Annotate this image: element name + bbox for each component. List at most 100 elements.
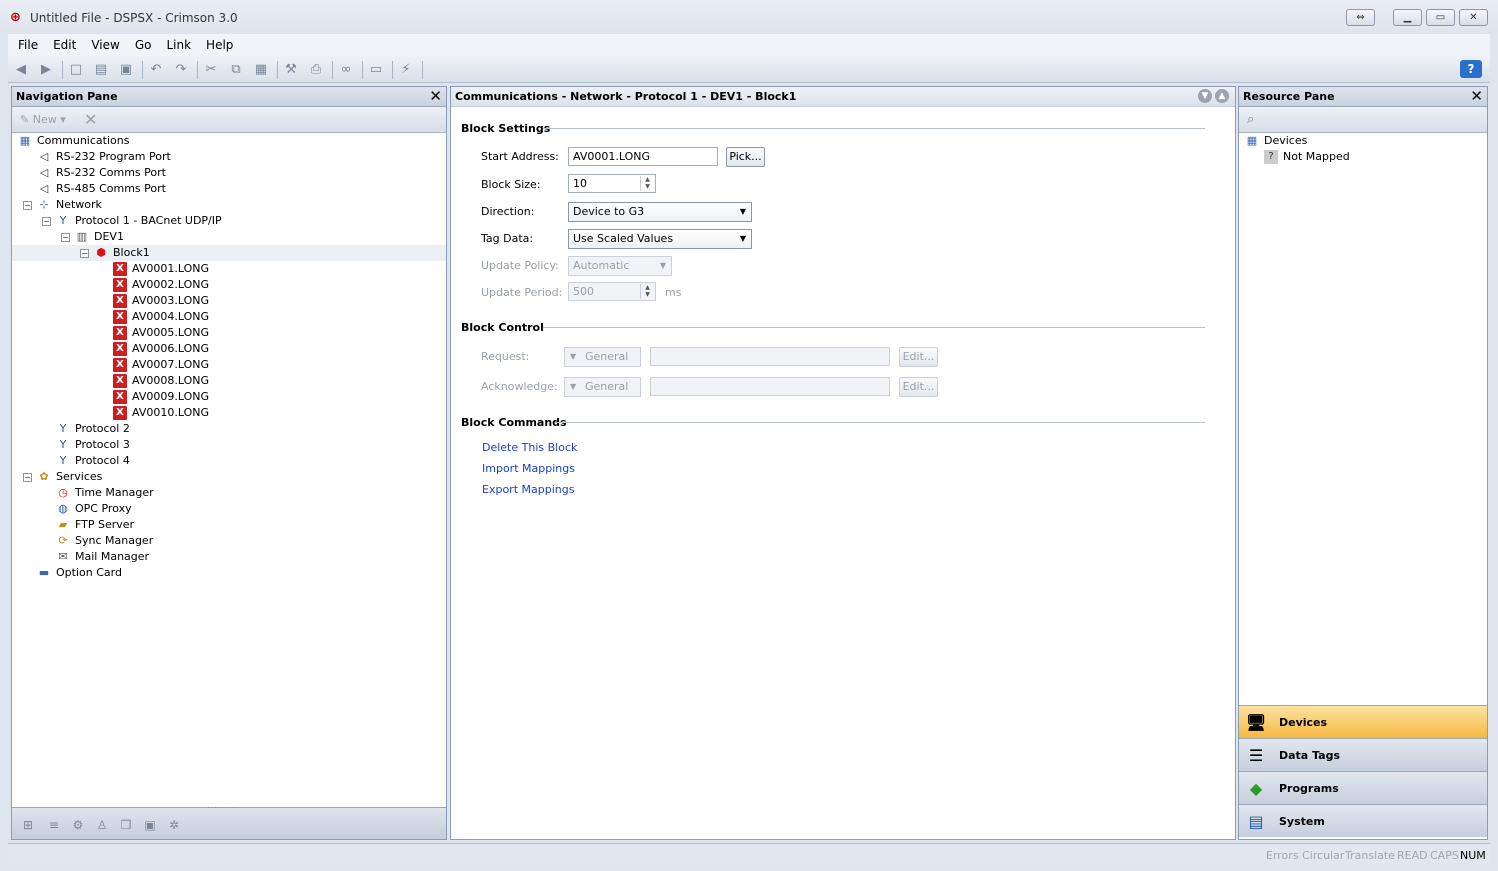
- tree-item-label: AV0009.LONG: [132, 390, 209, 403]
- paste-icon[interactable]: ▦: [252, 61, 270, 79]
- block-size-field[interactable]: 10 ▲ ▼: [568, 174, 656, 193]
- resource-pane-title: Resource Pane: [1243, 90, 1335, 103]
- new-button[interactable]: ✎ New ▾: [20, 113, 66, 126]
- acknowledge-expression-field[interactable]: [650, 377, 890, 396]
- tree-item-label: Protocol 3: [75, 438, 130, 451]
- menu-link[interactable]: Link: [161, 38, 196, 52]
- collapse-toggle-icon[interactable]: −: [23, 201, 32, 210]
- forward-icon[interactable]: ▶: [37, 61, 55, 79]
- copy-icon[interactable]: ⧉: [227, 61, 245, 79]
- comms-icon[interactable]: ⊞: [20, 817, 36, 833]
- resize-icon[interactable]: ⇔: [1346, 9, 1375, 26]
- delete-block-link[interactable]: Delete This Block: [482, 441, 577, 454]
- wand-icon[interactable]: ⚡: [397, 61, 415, 79]
- tags-icon[interactable]: ≡: [46, 817, 62, 833]
- request-expression-field[interactable]: [650, 347, 890, 366]
- minimize-button[interactable]: ▁: [1393, 9, 1422, 26]
- resource-tree: ▦ Devices ? Not Mapped: [1246, 134, 1350, 164]
- category-devices[interactable]: 🖥 Devices: [1239, 705, 1487, 738]
- page-icon[interactable]: ❐: [118, 817, 134, 833]
- chevron-down-icon: ▼: [570, 382, 577, 391]
- tree-item[interactable]: − ⬢ Block1: [12, 245, 446, 261]
- display-icon[interactable]: ▣: [142, 817, 158, 833]
- tree-item-label: AV0010.LONG: [132, 406, 209, 419]
- close-icon[interactable]: ✕: [1470, 88, 1483, 105]
- unmapped-x-icon: X: [113, 278, 127, 292]
- tree-item-label: Protocol 2: [75, 422, 130, 435]
- help-icon[interactable]: ?: [1460, 60, 1482, 78]
- menu-edit[interactable]: Edit: [48, 38, 81, 52]
- question-icon: ?: [1264, 150, 1278, 164]
- tree-item-label: Mail Manager: [75, 550, 150, 563]
- link-icon[interactable]: ∞: [337, 61, 355, 79]
- tree-item-label: Network: [56, 198, 102, 211]
- close-button[interactable]: ✕: [1459, 9, 1488, 26]
- hierarchy-icon[interactable]: ♙: [94, 817, 110, 833]
- search-icon[interactable]: ⌕: [1247, 112, 1254, 127]
- import-mappings-link[interactable]: Import Mappings: [482, 462, 575, 475]
- collapse-toggle-icon[interactable]: −: [80, 249, 89, 258]
- redo-icon[interactable]: ↷: [172, 61, 190, 79]
- unmapped-x-icon: X: [113, 406, 127, 420]
- close-icon[interactable]: ✕: [429, 88, 442, 105]
- delete-icon[interactable]: ✕: [84, 110, 97, 129]
- up-arrow-icon[interactable]: ▲: [1215, 89, 1229, 103]
- tree-item-label: AV0006.LONG: [132, 342, 209, 355]
- acknowledge-mode-select[interactable]: ▼ General: [564, 377, 641, 397]
- tag-data-select[interactable]: Use Scaled Values ▼: [568, 229, 752, 249]
- pick-button[interactable]: Pick...: [726, 147, 765, 167]
- status-circular: Circular: [1302, 849, 1345, 862]
- unmapped-x-icon: X: [113, 374, 127, 388]
- down-arrow-icon[interactable]: ▼: [1198, 89, 1212, 103]
- category-data-tags[interactable]: ☰ Data Tags: [1239, 738, 1487, 771]
- tree-item-label: RS-232 Comms Port: [56, 166, 166, 179]
- programs-icon[interactable]: ⚙: [70, 817, 86, 833]
- maximize-button[interactable]: ▭: [1426, 9, 1455, 26]
- menu-go[interactable]: Go: [130, 38, 157, 52]
- update-policy-select[interactable]: Automatic ▼: [568, 256, 672, 276]
- acknowledge-edit-button[interactable]: Edit...: [899, 377, 938, 397]
- clock-icon: ◷: [58, 486, 68, 499]
- menu-view[interactable]: View: [86, 38, 124, 52]
- cut-icon[interactable]: ✂: [202, 61, 220, 79]
- request-mode-select[interactable]: ▼ General: [564, 347, 641, 367]
- direction-select[interactable]: Device to G3 ▼: [568, 202, 752, 222]
- update-period-label: Update Period:: [481, 286, 563, 299]
- collapse-toggle-icon[interactable]: −: [61, 233, 70, 242]
- tree-item-label: AV0005.LONG: [132, 326, 209, 339]
- unmapped-x-icon: X: [113, 310, 127, 324]
- request-edit-button[interactable]: Edit...: [899, 347, 938, 367]
- protocol-icon: Y: [59, 422, 67, 435]
- save-icon[interactable]: ▣: [117, 61, 135, 79]
- update-period-stepper[interactable]: ▲ ▼: [640, 284, 654, 299]
- navigation-pane-title: Navigation Pane: [16, 90, 118, 103]
- start-address-field[interactable]: AV0001.LONG: [568, 147, 718, 166]
- open-icon[interactable]: ▤: [92, 61, 110, 79]
- back-icon[interactable]: ◀: [12, 61, 30, 79]
- port-icon: ◁: [39, 182, 49, 195]
- export-mappings-link[interactable]: Export Mappings: [482, 483, 574, 496]
- settings-icon[interactable]: ✲: [166, 817, 182, 833]
- tree-item-label: AV0004.LONG: [132, 310, 209, 323]
- mail-icon: ✉: [58, 550, 68, 563]
- monitor-icon[interactable]: ▭: [367, 61, 385, 79]
- toolbar: ◀ ▶ □ ▤ ▣ ↶ ↷ ✂ ⧉ ▦ ⚒ ⎙ ∞ ▭ ⚡ ?: [8, 56, 1490, 83]
- new-file-icon[interactable]: □: [67, 61, 85, 79]
- tree-item-label: Time Manager: [75, 486, 154, 499]
- collapse-toggle-icon[interactable]: −: [23, 473, 32, 482]
- category-programs[interactable]: ◆ Programs: [1239, 771, 1487, 804]
- undo-icon[interactable]: ↶: [147, 61, 165, 79]
- collapse-toggle-icon[interactable]: −: [42, 217, 51, 226]
- window-title: Untitled File - DSPSX - Crimson 3.0: [30, 11, 238, 25]
- update-period-field[interactable]: 500 ▲ ▼: [568, 282, 656, 301]
- menu-file[interactable]: File: [13, 38, 43, 52]
- breadcrumb: Communications - Network - Protocol 1 - …: [455, 90, 797, 103]
- tool-icon[interactable]: ⚒: [282, 61, 300, 79]
- devices-icon: ▦: [1246, 134, 1258, 147]
- block-size-stepper[interactable]: ▲ ▼: [640, 176, 654, 191]
- start-address-label: Start Address:: [481, 150, 559, 163]
- port-icon: ◁: [39, 166, 49, 179]
- category-system[interactable]: ▤ System: [1239, 804, 1487, 837]
- menu-help[interactable]: Help: [201, 38, 238, 52]
- print-icon[interactable]: ⎙: [307, 61, 325, 79]
